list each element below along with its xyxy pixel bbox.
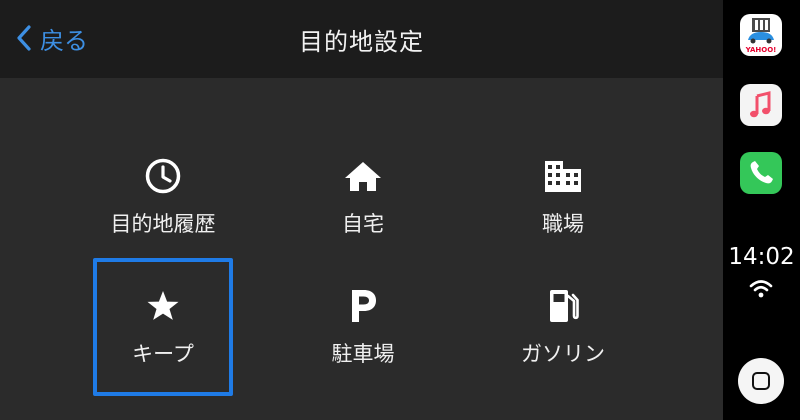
main-panel: 戻る 目的地設定 目的地履歴 自宅 職場 キープ 駐車場 ガソリン (0, 0, 723, 420)
carplay-dock: YAHOO! 14:02 (723, 0, 800, 420)
home-destination-button[interactable]: 自宅 (293, 128, 433, 266)
music-app-icon[interactable] (740, 84, 782, 126)
keep-button[interactable]: キープ (93, 258, 233, 396)
tile-label-gas: ガソリン (521, 342, 605, 366)
tile-label-work: 職場 (542, 212, 584, 236)
header-bar: 戻る 目的地設定 (0, 0, 723, 78)
office-building-icon (493, 154, 633, 198)
wifi-icon (748, 278, 774, 304)
tile-label-home: 自宅 (342, 212, 384, 236)
status-time: 14:02 (728, 244, 795, 270)
home-icon (293, 154, 433, 198)
gas-station-button[interactable]: ガソリン (493, 258, 633, 396)
destination-history-button[interactable]: 目的地履歴 (93, 128, 233, 266)
star-icon (93, 284, 233, 328)
home-button-icon (752, 372, 770, 390)
phone-app-icon[interactable] (740, 152, 782, 194)
home-button[interactable] (738, 358, 784, 404)
parking-button[interactable]: 駐車場 (293, 258, 433, 396)
work-destination-button[interactable]: 職場 (493, 128, 633, 266)
tile-label-parking: 駐車場 (331, 342, 395, 366)
page-title: 目的地設定 (299, 28, 424, 56)
tile-label-history: 目的地履歴 (110, 212, 216, 236)
clock-icon (93, 154, 233, 198)
yahoo-logo-text: YAHOO! (745, 46, 777, 54)
yahoo-carnavi-app-icon[interactable]: YAHOO! (740, 14, 782, 56)
gas-station-icon (493, 284, 633, 328)
tile-label-keep: キープ (132, 342, 194, 366)
parking-icon (293, 284, 433, 328)
